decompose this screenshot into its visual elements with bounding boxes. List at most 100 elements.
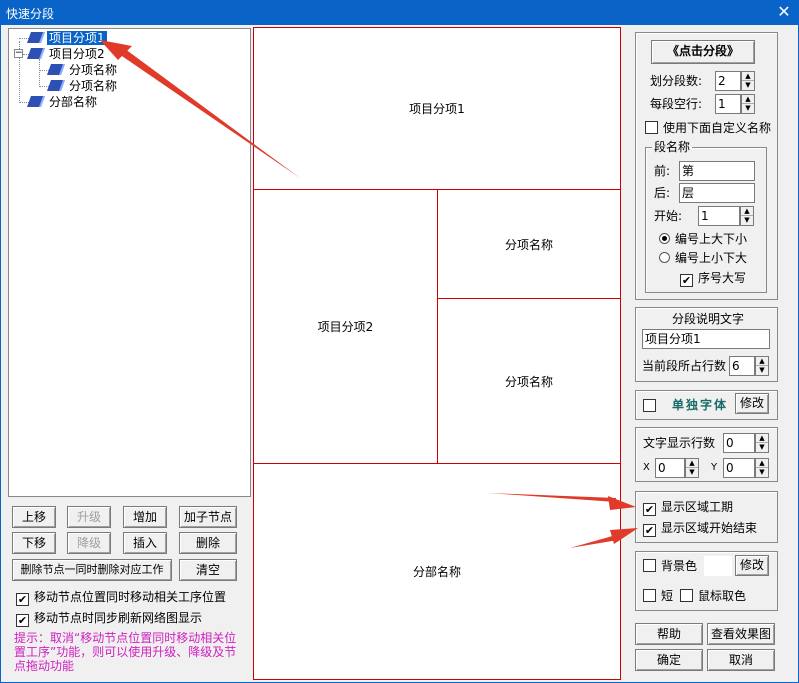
book-icon — [26, 48, 46, 59]
move-down-button[interactable]: 下移 — [12, 532, 56, 554]
segment-count-input[interactable]: 2 — [715, 71, 741, 91]
x-label: X — [643, 462, 650, 473]
description-title: 分段说明文字 — [672, 312, 745, 326]
help-button[interactable]: 帮助 — [635, 623, 703, 645]
hint-text: 提示：取消“移动节点位置同时移动相关位置工序”功能，则可以使用升级、降级及节点拖… — [14, 631, 237, 673]
preview-cell: 项目分项1 — [253, 27, 621, 190]
spin-down-icon: ▼ — [759, 468, 765, 476]
x-input[interactable]: 0 — [655, 458, 685, 478]
spin-up-icon: ▲ — [756, 357, 768, 366]
bg-color-swatch[interactable] — [704, 556, 732, 576]
close-icon[interactable]: ✕ — [775, 3, 793, 21]
spin-up-icon: ▲ — [756, 459, 768, 468]
tree-node[interactable]: 分项名称 — [46, 78, 119, 94]
title-bar: 快速分段 ✕ — [0, 0, 799, 25]
uppercase-checkbox[interactable]: ✔ 序号大写 — [680, 270, 746, 287]
sync-refresh-checkbox[interactable]: ✔ 移动节点时同步刷新网络图显示 — [16, 610, 202, 627]
spin-up-icon: ▲ — [742, 95, 754, 104]
book-icon — [46, 64, 66, 75]
bg-color-checkbox[interactable]: 背景色 — [643, 558, 697, 574]
checkbox-check-icon: ✔ — [680, 274, 693, 287]
demote-button[interactable]: 降级 — [67, 532, 111, 554]
font-sample: 单独字体 — [672, 398, 729, 412]
custom-name-checkbox[interactable]: 使用下面自定义名称 — [645, 120, 771, 136]
order-desc-radio[interactable]: 编号上大下小 — [659, 231, 747, 247]
short-checkbox[interactable]: 短 — [643, 588, 673, 604]
tree-line — [39, 59, 40, 87]
start-label: 开始: — [654, 209, 683, 223]
text-rows-spinner[interactable]: ▲ ▼ — [755, 433, 769, 453]
delete-with-work-button[interactable]: 删除节点一同时删除对应工作 — [12, 559, 172, 581]
order-asc-radio[interactable]: 编号上小下大 — [659, 250, 747, 266]
cancel-button[interactable]: 取消 — [707, 649, 775, 671]
spin-up-icon: ▲ — [741, 207, 753, 216]
delete-button[interactable]: 删除 — [179, 532, 237, 554]
move-up-button[interactable]: 上移 — [12, 506, 56, 528]
preview-cell: 分项名称 — [437, 189, 621, 299]
blank-rows-label: 每段空行: — [650, 97, 703, 111]
separate-font-checkbox[interactable] — [643, 398, 661, 414]
preview-cell: 分部名称 — [253, 463, 621, 680]
segment-tree[interactable]: 项目分项1 − 项目分项2 分项名称 分项名称 分部名称 — [8, 28, 251, 497]
modify-font-button[interactable]: 修改 — [735, 393, 769, 414]
prefix-input[interactable]: 第 — [679, 161, 755, 181]
tree-node[interactable]: 分部名称 — [26, 94, 99, 110]
spin-down-icon: ▼ — [744, 216, 750, 224]
blank-rows-input[interactable]: 1 — [715, 94, 741, 114]
spin-down-icon: ▼ — [759, 366, 765, 374]
preview-cell: 分项名称 — [437, 298, 621, 464]
preview-button[interactable]: 查看效果图 — [707, 623, 775, 645]
tree-node[interactable]: 分项名称 — [46, 62, 119, 78]
promote-button[interactable]: 升级 — [67, 506, 111, 528]
y-input[interactable]: 0 — [723, 458, 755, 478]
checkbox-check-icon: ✔ — [16, 614, 29, 627]
suffix-label: 后: — [654, 186, 671, 200]
tree-node[interactable]: 项目分项1 — [26, 30, 107, 46]
click-segment-button[interactable]: 《点击分段》 — [651, 40, 755, 64]
suffix-input[interactable]: 层 — [679, 183, 755, 203]
segment-preview: 项目分项1 项目分项2 分项名称 分项名称 分部名称 — [253, 27, 621, 680]
insert-button[interactable]: 插入 — [123, 532, 167, 554]
mouse-pick-checkbox[interactable]: 鼠标取色 — [680, 588, 746, 604]
book-icon — [26, 32, 46, 43]
clear-button[interactable]: 清空 — [179, 559, 237, 581]
spin-up-icon: ▲ — [686, 459, 698, 468]
prefix-label: 前: — [654, 164, 671, 178]
modify-color-button[interactable]: 修改 — [735, 555, 769, 576]
rows-spinner[interactable]: ▲ ▼ — [755, 356, 769, 376]
rows-input[interactable]: 6 — [729, 356, 755, 376]
y-spinner[interactable]: ▲ ▼ — [755, 458, 769, 478]
checkbox-check-icon: ✔ — [643, 524, 656, 537]
tree-node[interactable]: 项目分项2 — [26, 46, 107, 62]
segment-count-label: 划分段数: — [650, 74, 703, 88]
book-icon — [26, 96, 46, 107]
x-spinner[interactable]: ▲ ▼ — [685, 458, 699, 478]
y-label: Y — [711, 462, 718, 473]
book-icon — [46, 80, 66, 91]
spin-up-icon: ▲ — [742, 72, 754, 81]
add-button[interactable]: 增加 — [123, 506, 167, 528]
spin-down-icon: ▼ — [759, 443, 765, 451]
preview-cell: 项目分项2 — [253, 189, 438, 464]
spin-down-icon: ▼ — [745, 81, 751, 89]
text-rows-input[interactable]: 0 — [723, 433, 755, 453]
collapse-toggle[interactable]: − — [14, 49, 23, 58]
blank-rows-spinner[interactable]: ▲ ▼ — [741, 94, 755, 114]
spin-down-icon: ▼ — [689, 468, 695, 476]
ok-button[interactable]: 确定 — [635, 649, 703, 671]
checkbox-check-icon: ✔ — [16, 593, 29, 606]
description-input[interactable]: 项目分项1 — [642, 329, 770, 349]
show-start-end-checkbox[interactable]: ✔ 显示区域开始结束 — [643, 520, 757, 537]
window-title: 快速分段 — [6, 7, 55, 21]
move-node-with-work-checkbox[interactable]: ✔ 移动节点位置同时移动相关工序位置 — [16, 589, 226, 606]
text-rows-label: 文字显示行数 — [643, 436, 716, 450]
segment-count-spinner[interactable]: ▲ ▼ — [741, 71, 755, 91]
spin-up-icon: ▲ — [756, 434, 768, 443]
checkbox-check-icon: ✔ — [643, 503, 656, 516]
start-input[interactable]: 1 — [698, 206, 740, 226]
add-child-button[interactable]: 加子节点 — [179, 506, 237, 528]
show-duration-checkbox[interactable]: ✔ 显示区域工期 — [643, 499, 733, 516]
segment-name-legend: 段名称 — [652, 140, 693, 154]
rows-label: 当前段所占行数 — [642, 359, 727, 373]
start-spinner[interactable]: ▲ ▼ — [740, 206, 754, 226]
